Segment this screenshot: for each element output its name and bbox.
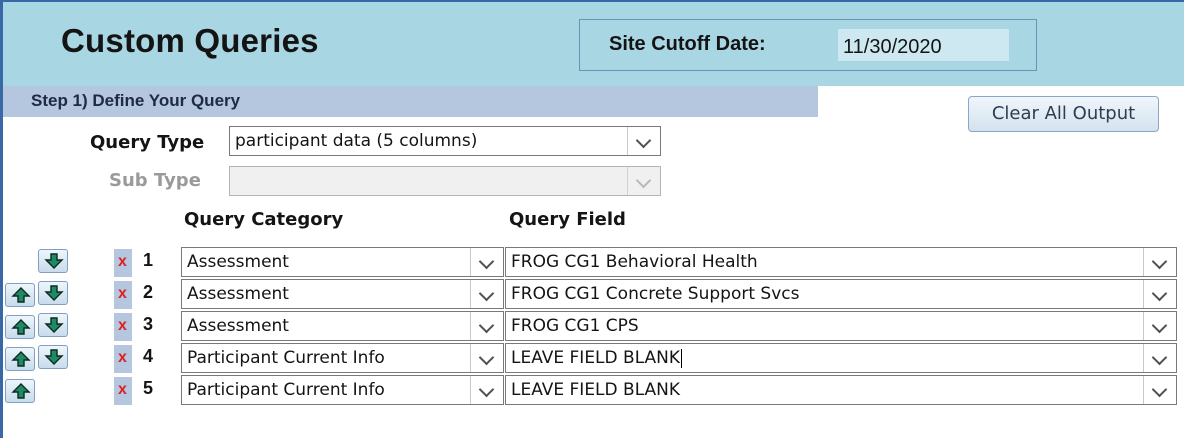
query-field-select[interactable]: LEAVE FIELD BLANK	[505, 343, 1177, 373]
query-field-text: LEAVE FIELD BLANK	[511, 348, 1142, 368]
query-field-dropdown-button[interactable]	[1143, 312, 1176, 340]
delete-icon: x	[118, 285, 127, 302]
chevron-down-icon	[478, 317, 495, 334]
query-field-select[interactable]: LEAVE FIELD BLANK	[505, 375, 1177, 405]
move-down-button[interactable]	[38, 313, 68, 337]
query-category-select[interactable]: Participant Current Info	[181, 375, 504, 405]
move-down-button[interactable]	[38, 249, 68, 273]
query-category-select[interactable]: Assessment	[181, 279, 504, 309]
row-number: 4	[143, 346, 154, 366]
delete-icon: x	[118, 253, 127, 270]
delete-row-button[interactable]: x	[114, 313, 132, 341]
sub-type-select[interactable]	[229, 166, 661, 196]
chevron-down-icon	[478, 349, 495, 366]
chevron-down-icon	[1151, 317, 1168, 334]
row-number: 5	[143, 378, 154, 398]
query-type-value: participant data (5 columns)	[235, 131, 478, 151]
header-band: Custom Queries Site Cutoff Date: 11/30/2…	[3, 2, 1184, 86]
query-category-header: Query Category	[184, 209, 344, 230]
query-field-text: FROG CG1 CPS	[511, 316, 1142, 336]
query-category-dropdown-button[interactable]	[470, 248, 503, 276]
query-field-text: FROG CG1 Concrete Support Svcs	[511, 284, 1142, 304]
query-category-dropdown-button[interactable]	[470, 376, 503, 404]
query-category-value: Participant Current Info	[187, 348, 385, 368]
query-field-header: Query Field	[509, 209, 626, 230]
query-field-value: FROG CG1 CPS	[511, 316, 639, 336]
query-field-value: FROG CG1 Concrete Support Svcs	[511, 284, 800, 304]
site-cutoff-box: Site Cutoff Date: 11/30/2020	[579, 19, 1037, 71]
query-field-dropdown-button[interactable]	[1143, 248, 1176, 276]
move-up-button[interactable]	[5, 315, 35, 339]
clear-all-output-button[interactable]: Clear All Output	[968, 96, 1159, 132]
row-number: 1	[143, 250, 154, 270]
delete-row-button[interactable]: x	[114, 345, 132, 373]
query-category-value: Participant Current Info	[187, 380, 385, 400]
chevron-down-icon	[478, 381, 495, 398]
query-field-dropdown-button[interactable]	[1143, 376, 1176, 404]
query-field-dropdown-button[interactable]	[1143, 280, 1176, 308]
chevron-down-icon	[635, 132, 652, 149]
chevron-down-icon	[635, 172, 652, 189]
query-field-select[interactable]: FROG CG1 Behavioral Health	[505, 247, 1177, 277]
delete-row-button[interactable]: x	[114, 249, 132, 277]
move-up-button[interactable]	[5, 379, 35, 403]
query-field-select[interactable]: FROG CG1 CPS	[505, 311, 1177, 341]
page-title: Custom Queries	[61, 22, 319, 59]
step-title: Step 1) Define Your Query	[31, 91, 241, 110]
row-number: 3	[143, 314, 154, 334]
chevron-down-icon	[478, 285, 495, 302]
move-up-button[interactable]	[5, 347, 35, 371]
query-category-value: Assessment	[187, 316, 289, 336]
sub-type-label: Sub Type	[109, 170, 201, 191]
query-category-select[interactable]: Assessment	[181, 247, 504, 277]
site-cutoff-label: Site Cutoff Date:	[609, 33, 766, 55]
query-field-value: LEAVE FIELD BLANK	[511, 348, 681, 368]
query-field-text: FROG CG1 Behavioral Health	[511, 252, 1142, 272]
chevron-down-icon	[1151, 285, 1168, 302]
move-down-button[interactable]	[38, 281, 68, 305]
row-number: 2	[143, 282, 154, 302]
query-field-text: LEAVE FIELD BLANK	[511, 380, 1142, 400]
query-type-dropdown-button[interactable]	[627, 127, 660, 155]
query-category-select[interactable]: Participant Current Info	[181, 343, 504, 373]
chevron-down-icon	[1151, 349, 1168, 366]
query-category-value: Assessment	[187, 284, 289, 304]
query-category-dropdown-button[interactable]	[470, 280, 503, 308]
query-category-select[interactable]: Assessment	[181, 311, 504, 341]
site-cutoff-date-field[interactable]: 11/30/2020	[838, 29, 1009, 61]
chevron-down-icon	[1151, 253, 1168, 270]
query-category-dropdown-button[interactable]	[470, 344, 503, 372]
move-down-button[interactable]	[38, 345, 68, 369]
query-type-label: Query Type	[90, 132, 205, 153]
sub-type-dropdown-button[interactable]	[627, 167, 660, 195]
delete-icon: x	[118, 381, 127, 398]
chevron-down-icon	[478, 253, 495, 270]
chevron-down-icon	[1151, 381, 1168, 398]
query-field-select[interactable]: FROG CG1 Concrete Support Svcs	[505, 279, 1177, 309]
move-up-button[interactable]	[5, 283, 35, 307]
query-field-value: LEAVE FIELD BLANK	[511, 380, 681, 400]
query-field-value: FROG CG1 Behavioral Health	[511, 252, 758, 272]
step-header: Step 1) Define Your Query	[3, 86, 818, 117]
query-type-select[interactable]: participant data (5 columns)	[229, 126, 661, 156]
delete-row-button[interactable]: x	[114, 281, 132, 309]
query-category-dropdown-button[interactable]	[470, 312, 503, 340]
delete-icon: x	[118, 349, 127, 366]
delete-row-button[interactable]: x	[114, 377, 132, 405]
query-category-value: Assessment	[187, 252, 289, 272]
text-caret	[681, 348, 683, 368]
query-field-dropdown-button[interactable]	[1143, 344, 1176, 372]
delete-icon: x	[118, 317, 127, 334]
